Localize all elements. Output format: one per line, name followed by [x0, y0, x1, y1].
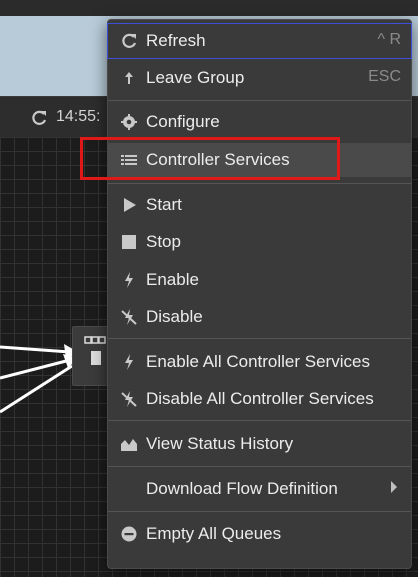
menu-item-shortcut: ESC — [368, 68, 401, 85]
play-icon — [124, 198, 136, 212]
refresh-icon[interactable] — [30, 109, 48, 127]
menu-item-label: Disable — [146, 307, 203, 326]
menu-item-empty-all-queues[interactable]: Empty All Queues — [108, 517, 411, 551]
top-strip — [0, 0, 418, 16]
context-menu: Refresh ^ R Leave Group ESC Configure Co… — [107, 19, 412, 569]
stop-icon — [122, 235, 136, 249]
menu-item-label: Empty All Queues — [146, 524, 282, 543]
refresh-icon — [122, 33, 137, 48]
menu-separator — [108, 466, 411, 467]
menu-separator — [108, 183, 411, 184]
menu-item-enable-all-controller-services[interactable]: Enable All Controller Services — [108, 345, 411, 379]
bolt-off-icon — [121, 391, 137, 407]
menu-item-view-status-history[interactable]: View Status History — [108, 427, 411, 461]
menu-item-label: Enable All Controller Services — [146, 352, 370, 371]
minus-circle-icon — [121, 526, 137, 542]
menu-separator — [108, 338, 411, 339]
menu-item-label: Leave Group — [146, 68, 245, 87]
menu-separator — [108, 100, 411, 101]
bolt-icon — [125, 354, 133, 370]
menu-item-disable[interactable]: Disable — [108, 300, 411, 334]
menu-item-label: View Status History — [146, 434, 294, 453]
menu-item-label: Enable — [146, 270, 199, 289]
area-chart-icon — [121, 439, 137, 451]
menu-item-stop[interactable]: Stop — [108, 225, 411, 259]
chevron-right-icon — [391, 481, 397, 493]
gear-icon — [121, 114, 137, 130]
leave-group-icon — [125, 72, 133, 84]
menu-item-label: Stop — [146, 232, 181, 251]
menu-item-label: Configure — [146, 112, 220, 131]
menu-item-configure[interactable]: Configure — [108, 105, 411, 139]
menu-item-start[interactable]: Start — [108, 188, 411, 222]
menu-item-label: Disable All Controller Services — [146, 389, 374, 408]
bolt-icon — [125, 272, 133, 288]
menu-separator — [108, 420, 411, 421]
bolt-off-icon — [121, 309, 137, 325]
menu-item-label: Refresh — [146, 31, 206, 50]
menu-item-label: Download Flow Definition — [146, 479, 338, 498]
highlight-annotation — [80, 137, 340, 180]
menu-item-enable[interactable]: Enable — [108, 263, 411, 297]
menu-item-download-flow-definition[interactable]: Download Flow Definition — [108, 472, 411, 506]
menu-item-disable-all-controller-services[interactable]: Disable All Controller Services — [108, 382, 411, 416]
menu-item-shortcut: ^ R — [377, 31, 401, 48]
menu-separator — [108, 511, 411, 512]
menu-item-refresh[interactable]: Refresh ^ R — [107, 23, 412, 59]
menu-item-label: Start — [146, 195, 182, 214]
last-refreshed-time: 14:55: — [56, 108, 101, 125]
menu-item-leave-group[interactable]: Leave Group ESC — [108, 61, 411, 95]
